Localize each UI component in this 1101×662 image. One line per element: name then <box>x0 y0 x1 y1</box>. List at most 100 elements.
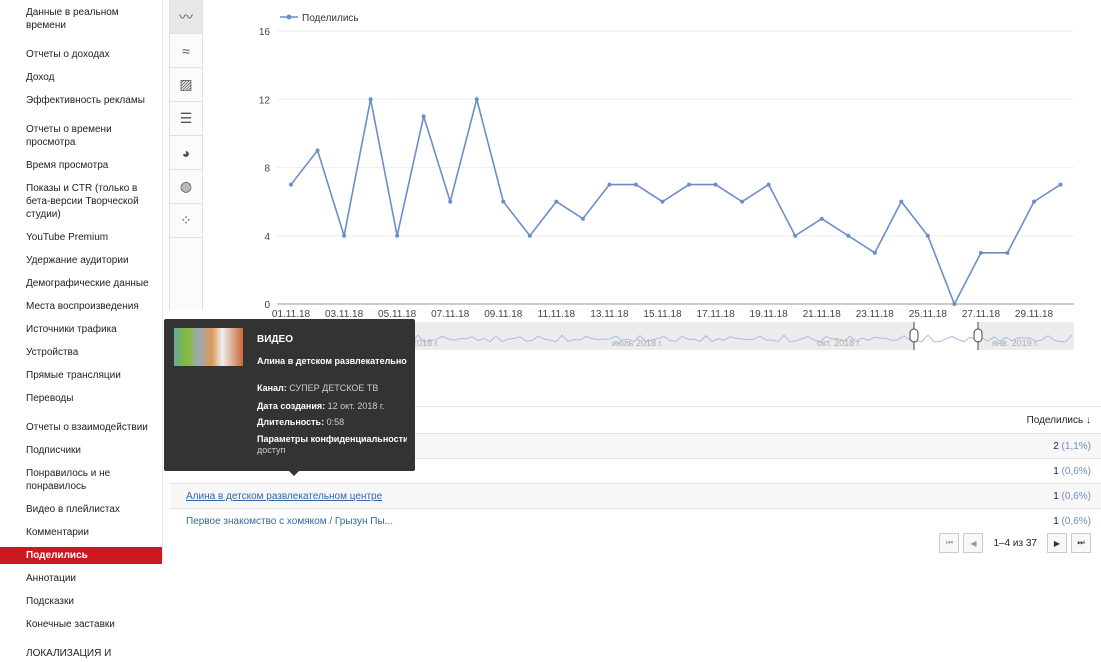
data-point <box>740 199 745 204</box>
sidebar-item[interactable]: YouTube Premium <box>0 229 162 246</box>
y-tick-label: 4 <box>264 232 270 243</box>
range-handle[interactable] <box>909 328 919 343</box>
sidebar-item[interactable]: Поделились <box>0 547 162 564</box>
x-tick-label: 29.11.18 <box>1015 309 1054 320</box>
data-point <box>580 216 585 221</box>
video-tooltip: ВИДЕО Алина в детском развлекательном Ка… <box>164 319 415 476</box>
y-tick-label: 8 <box>264 164 270 175</box>
tooltip-arrow <box>289 471 299 476</box>
sidebar-item[interactable]: Доход <box>0 69 162 86</box>
next-page-button[interactable]: ▶ <box>1047 533 1067 553</box>
sidebar-item[interactable]: Видео в плейлистах <box>0 501 162 518</box>
sidebar-item[interactable]: Эффективность рекламы <box>0 92 162 109</box>
sidebar-item[interactable]: Данные в реальном времени <box>0 4 162 34</box>
data-point <box>819 216 824 221</box>
sidebar-item[interactable]: Комментарии <box>0 524 162 541</box>
data-point <box>687 182 692 187</box>
sidebar-item[interactable]: Отчеты о взаимодействии <box>0 419 162 436</box>
sidebar-item[interactable]: Подсказки <box>0 593 162 610</box>
sidebar-item[interactable]: Аннотации <box>0 570 162 587</box>
sidebar-item[interactable]: ЛОКАЛИЗАЦИЯ И <box>0 645 162 662</box>
first-page-button[interactable]: ⏮ <box>939 533 960 553</box>
sidebar: Данные в реальном времени Отчеты о дохода… <box>0 0 163 659</box>
column-header-shares[interactable]: Поделились ↓ <box>1027 415 1091 426</box>
x-tick-label: 25.11.18 <box>909 309 948 320</box>
data-point <box>846 233 851 238</box>
shares-percent: (1,1%) <box>1061 440 1091 452</box>
table-row: Первое знакомство с хомяком / Грызун Пы.… <box>170 508 1101 533</box>
last-page-button[interactable]: ⏭ <box>1071 533 1091 553</box>
overview-selection <box>914 322 978 350</box>
x-tick-label: 27.11.18 <box>962 309 1001 320</box>
sidebar-item[interactable]: Отчеты о доходах <box>0 46 162 63</box>
data-point <box>766 182 771 187</box>
shares-percent: (0,6%) <box>1061 490 1091 502</box>
sidebar-item[interactable]: Понравилось и не понравилось <box>0 465 162 495</box>
data-point <box>315 148 320 153</box>
sidebar-item[interactable]: Показы и CTR (только в бета-версии Творч… <box>0 180 162 223</box>
area-chart-icon[interactable]: ▨ <box>170 68 202 102</box>
sidebar-item[interactable]: Прямые трансляции <box>0 367 162 384</box>
chart-type-toolbar: 〰 ≈ ▨ ☰ ◕ ◍ ⁘ <box>169 0 203 310</box>
line-chart: 048121601.11.18 03.11.18 05.11.18 07.11.18 0… <box>202 13 1074 350</box>
table-row: Алина в детском развлекательном центре 1… <box>170 483 1101 508</box>
y-tick-label: 16 <box>259 27 271 38</box>
video-title-link[interactable]: Алина в детском развлекательном центре <box>186 491 382 502</box>
sidebar-item[interactable]: Подписчики <box>0 442 162 459</box>
sidebar-item[interactable]: Места воспроизведения <box>0 298 162 315</box>
date-label: Дата создания: <box>257 401 326 411</box>
sidebar-item[interactable]: Источники трафика <box>0 321 162 338</box>
sidebar-item[interactable]: Переводы <box>0 390 162 407</box>
sidebar-item[interactable]: Время просмотра <box>0 157 162 174</box>
sidebar-item[interactable]: Конечные заставки <box>0 616 162 633</box>
bubble-chart-icon[interactable]: ⁘ <box>170 204 202 238</box>
range-handle[interactable] <box>973 328 983 343</box>
overview-label: окт. 2018 г. <box>817 338 861 348</box>
x-tick-label: 19.11.18 <box>750 309 789 320</box>
sidebar-item[interactable]: Устройства <box>0 344 162 361</box>
x-tick-label: 13.11.18 <box>590 309 629 320</box>
data-point <box>978 250 983 255</box>
pie-chart-icon[interactable]: ◕ <box>170 136 202 170</box>
data-point <box>421 114 426 119</box>
video-title-link[interactable]: Первое знакомство с хомяком / Грызун Пы.… <box>186 516 393 527</box>
shares-value: 1 <box>1053 515 1059 527</box>
video-thumbnail <box>174 328 243 366</box>
legend-marker <box>286 14 292 20</box>
data-point <box>342 233 347 238</box>
data-point <box>952 302 957 306</box>
shares-value: 2 <box>1053 440 1059 452</box>
x-tick-label: 11.11.18 <box>538 309 576 320</box>
duration-label: Длительность: <box>257 417 325 427</box>
data-point <box>793 233 798 238</box>
sort-down-icon: ↓ <box>1086 414 1091 426</box>
overview-label: 2018 г. <box>412 338 439 348</box>
y-tick-label: 0 <box>264 300 270 311</box>
bar-chart-icon[interactable]: ☰ <box>170 102 202 136</box>
y-tick-label: 12 <box>259 95 271 106</box>
compare-line-icon[interactable]: ≈ <box>170 34 202 68</box>
prev-page-button[interactable]: ◀ <box>963 533 984 553</box>
data-point <box>1005 250 1010 255</box>
data-point <box>289 182 293 187</box>
data-point <box>395 233 400 238</box>
privacy-label: Параметры конфиденциальности: <box>257 434 407 444</box>
overview-label: янв. 2019 г. <box>992 338 1039 348</box>
x-tick-label: 23.11.18 <box>856 309 895 320</box>
sidebar-item[interactable]: Удержание аудитории <box>0 252 162 269</box>
data-point <box>1032 199 1036 204</box>
data-point <box>713 182 718 187</box>
duration-value: 0:58 <box>326 417 345 427</box>
sidebar-item[interactable]: Отчеты о времени просмотра <box>0 121 162 151</box>
privacy-value: доступ <box>257 445 286 455</box>
sidebar-item[interactable]: Демографические данные <box>0 275 162 292</box>
globe-icon[interactable]: ◍ <box>170 170 202 204</box>
line-chart-icon[interactable]: 〰 <box>170 0 202 34</box>
page-range: 1–4 из 37 <box>993 537 1037 549</box>
overview-label: июль 2018 г. <box>612 338 663 348</box>
x-tick-label: 07.11.18 <box>431 309 470 320</box>
date-value: 12 окт. 2018 г. <box>327 401 385 411</box>
data-point <box>527 233 532 238</box>
shares-percent: (0,6%) <box>1061 465 1091 477</box>
shares-value: 1 <box>1053 490 1059 502</box>
